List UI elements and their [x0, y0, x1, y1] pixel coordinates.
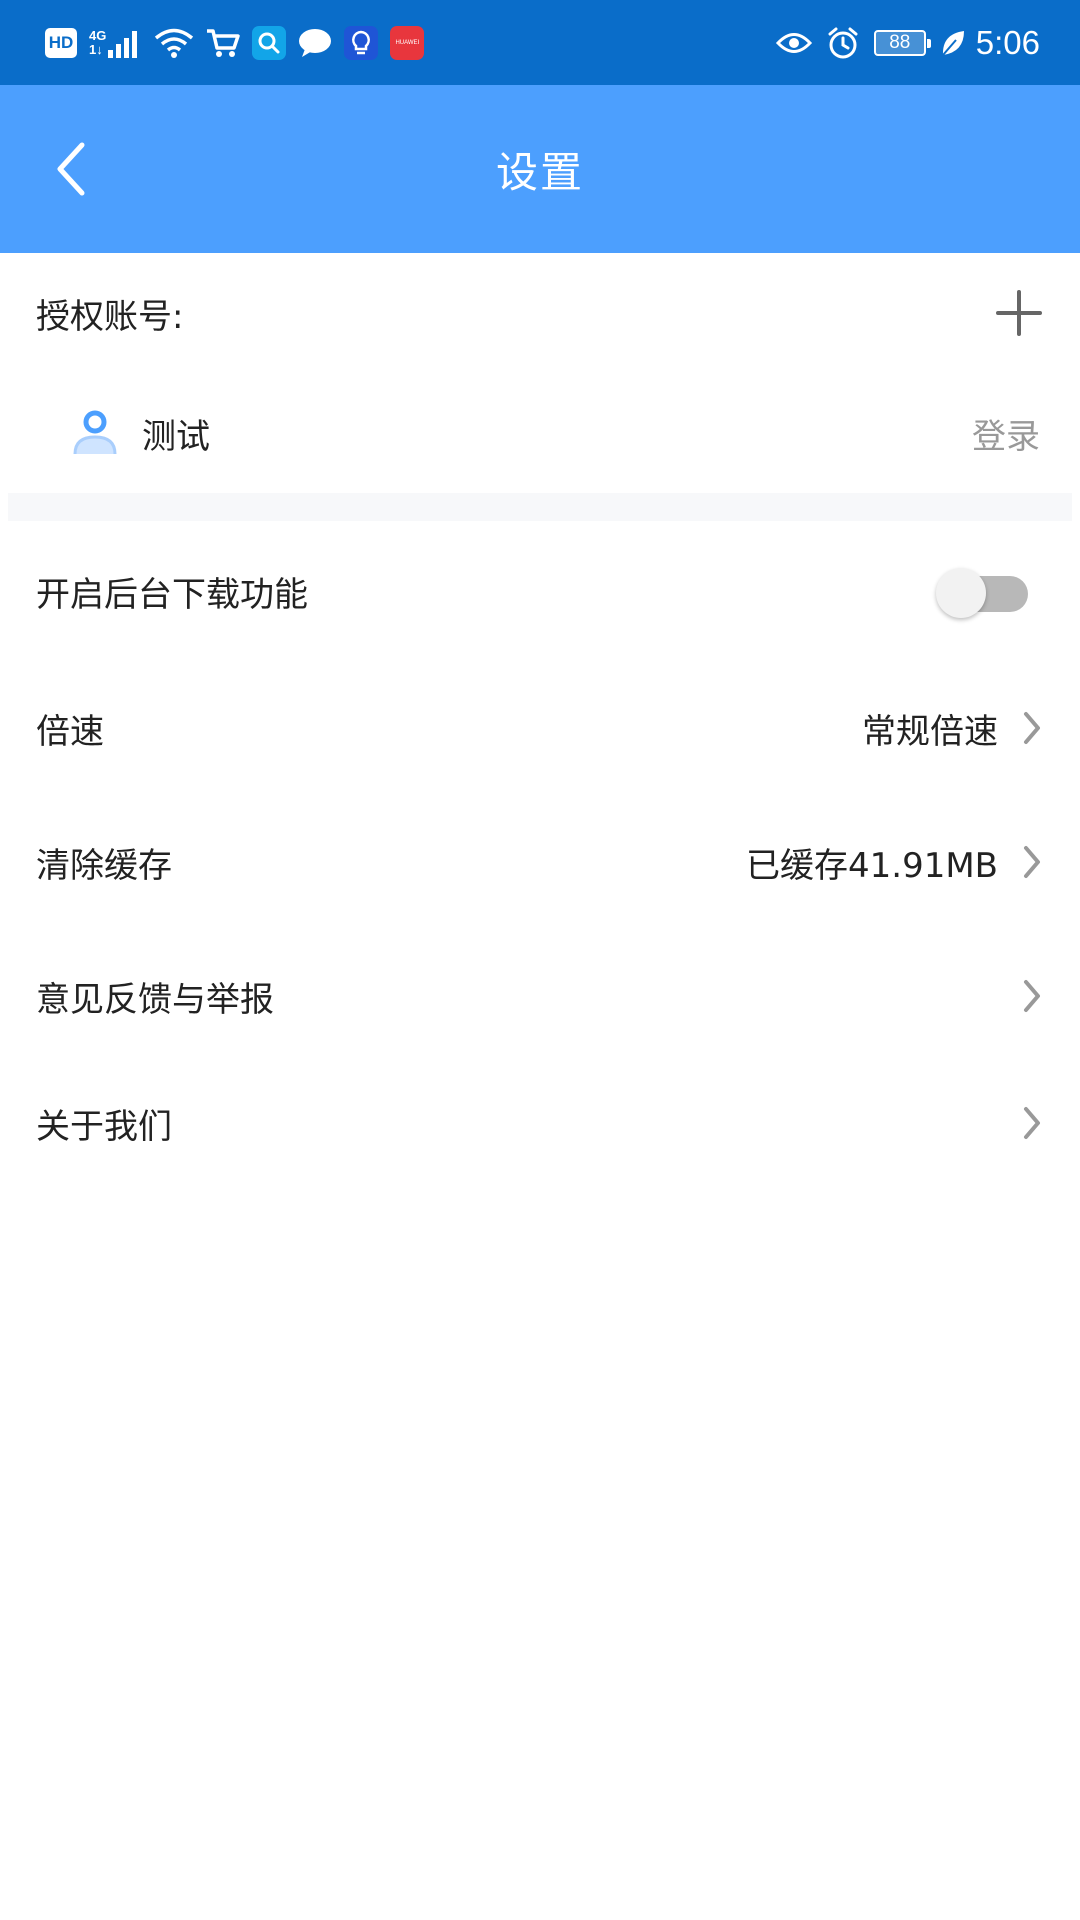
- account-info: 测试: [72, 409, 210, 458]
- battery-level-label: 88: [889, 31, 911, 53]
- wifi-icon: [155, 28, 194, 58]
- background-download-row: 开启后台下载功能: [0, 521, 1080, 661]
- clear-cache-label: 清除缓存: [36, 845, 172, 886]
- playback-speed-value: 常规倍速: [862, 711, 998, 752]
- playback-speed-row[interactable]: 倍速 常规倍速: [0, 661, 1080, 795]
- cache-size-value: 已缓存41.91MB: [746, 845, 998, 886]
- power-saving-leaf-icon: [942, 30, 964, 56]
- playback-speed-right: 常规倍速: [862, 704, 1044, 753]
- hd-voice-icon: HD: [45, 27, 77, 58]
- clear-cache-right: 已缓存41.91MB: [746, 838, 1044, 887]
- status-bar-left: HD 4G 1↓ HUAWEI: [45, 25, 436, 60]
- user-icon: [73, 410, 117, 455]
- battery-indicator: 88: [873, 29, 931, 56]
- section-divider: [8, 493, 1072, 521]
- status-bar: HD 4G 1↓ HUAWEI 88 5:06: [0, 0, 1080, 85]
- network-activity-label: 1↓: [89, 41, 103, 57]
- back-button[interactable]: [40, 129, 100, 209]
- shopping-cart-icon: [207, 28, 241, 57]
- about-us-right: [1020, 1103, 1044, 1143]
- chevron-right-icon: [1020, 976, 1044, 1016]
- toggle-thumb: [936, 568, 986, 618]
- add-account-button[interactable]: [994, 288, 1044, 338]
- huawei-app-icon: HUAWEI: [390, 25, 425, 60]
- about-us-label: 关于我们: [36, 1106, 172, 1147]
- chevron-right-icon: [1020, 842, 1044, 882]
- status-bar-right: 88 5:06: [762, 24, 1040, 62]
- feedback-row[interactable]: 意见反馈与举报: [0, 929, 1080, 1063]
- status-time: 5:06: [975, 23, 1040, 61]
- header-bar: 设置: [0, 85, 1080, 253]
- chevron-right-icon: [1020, 708, 1044, 748]
- alarm-clock-icon: [828, 27, 858, 58]
- feedback-label: 意见反馈与举报: [36, 979, 274, 1020]
- clear-cache-row[interactable]: 清除缓存 已缓存41.91MB: [0, 795, 1080, 929]
- chevron-right-icon: [1020, 1103, 1044, 1143]
- feedback-right: [1020, 976, 1044, 1016]
- network-type-label: 4G: [89, 27, 107, 43]
- lightbulb-app-icon: [344, 25, 379, 60]
- search-app-icon: [252, 25, 287, 60]
- account-name: 测试: [142, 416, 210, 457]
- eye-comfort-icon: [775, 32, 812, 53]
- message-bubble-icon: [299, 28, 332, 57]
- account-item[interactable]: 测试 登录: [0, 373, 1080, 493]
- about-us-row[interactable]: 关于我们: [0, 1063, 1080, 1183]
- background-download-toggle[interactable]: [936, 564, 1032, 618]
- background-download-label: 开启后台下载功能: [36, 574, 308, 615]
- login-link[interactable]: 登录: [972, 409, 1040, 458]
- avatar: [72, 409, 118, 457]
- playback-speed-label: 倍速: [36, 711, 104, 752]
- signal-strength-icon: [108, 30, 138, 58]
- authorized-accounts-header: 授权账号:: [0, 253, 1080, 373]
- page-title: 设置: [495, 147, 584, 197]
- network-type: 4G 1↓: [89, 27, 107, 57]
- plus-icon: [996, 290, 1042, 336]
- chevron-left-icon: [57, 142, 85, 196]
- authorized-accounts-label: 授权账号:: [36, 296, 184, 337]
- settings-content: 授权账号: 测试 登录 开启后台下载功能 倍速 常规倍速 清除缓存 已缓存41.…: [0, 253, 1080, 1183]
